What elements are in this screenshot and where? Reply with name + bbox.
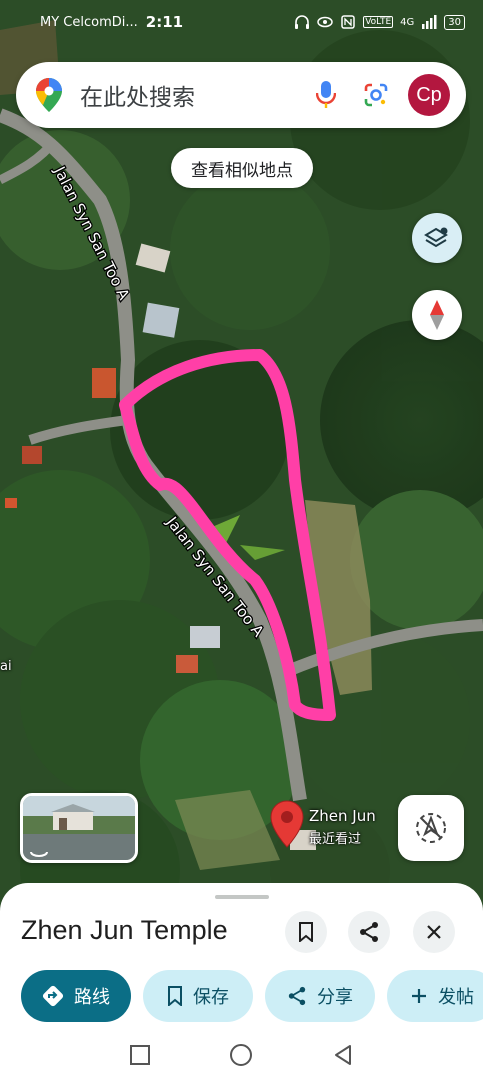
mic-icon [316, 81, 336, 108]
bookmark-icon [299, 922, 313, 942]
street-view-thumbnail[interactable] [20, 793, 138, 863]
recents-icon[interactable] [129, 1044, 151, 1066]
home-icon[interactable] [229, 1043, 253, 1067]
save-label: 保存 [193, 987, 229, 1008]
share-icon-button[interactable] [348, 911, 390, 953]
clock: 2:11 [145, 13, 184, 31]
directions-button[interactable]: 路线 [21, 970, 131, 1022]
my-location-button[interactable] [398, 795, 464, 861]
carrier-label: MY CelcomDi... [40, 14, 138, 30]
plus-icon [412, 989, 426, 1003]
sheet-drag-handle[interactable] [215, 895, 269, 899]
search-bar[interactable]: 在此处搜索 Cp [16, 62, 466, 128]
street-view-preview [23, 796, 135, 860]
volte-indicator: VoLTE [363, 16, 394, 28]
share-icon [360, 922, 378, 942]
signal-icon [422, 15, 437, 29]
place-title: Zhen Jun Temple [21, 915, 228, 945]
directions-icon [42, 985, 64, 1007]
back-icon[interactable] [332, 1044, 354, 1066]
network-type: 4G [400, 16, 415, 28]
system-nav-bar [0, 1030, 483, 1080]
bookmark-button[interactable] [285, 911, 327, 953]
share-label: 分享 [317, 987, 353, 1008]
save-button[interactable]: 保存 [143, 970, 253, 1022]
account-avatar[interactable]: Cp [408, 74, 450, 116]
place-pin-label[interactable]: Zhen Jun [309, 807, 376, 825]
headphones-icon [295, 15, 310, 29]
directions-label: 路线 [74, 987, 110, 1008]
lens-icon [364, 83, 388, 107]
close-button[interactable] [413, 911, 455, 953]
compass-button[interactable] [412, 290, 462, 340]
battery-indicator: 30 [444, 14, 465, 30]
post-button[interactable]: 发帖 [387, 970, 483, 1022]
post-label: 发帖 [438, 987, 474, 1008]
bookmark-icon [168, 986, 182, 1006]
eye-icon [317, 16, 333, 28]
action-chip-row: 路线 保存 分享 发帖 [21, 970, 483, 1022]
share-button[interactable]: 分享 [265, 970, 375, 1022]
lens-search-button[interactable] [358, 77, 394, 113]
layers-icon [424, 227, 448, 248]
map-edge-label: ai [0, 659, 12, 674]
nfc-icon [341, 15, 355, 29]
place-pin-subtitle: 最近看过 [309, 832, 362, 847]
layers-button[interactable] [412, 213, 462, 263]
similar-places-button[interactable]: 查看相似地点 [171, 148, 313, 188]
status-bar: MY CelcomDi... 2:11 VoLTE 4G 30 [0, 0, 483, 44]
place-pin-icon[interactable] [270, 800, 304, 848]
share-icon [288, 986, 306, 1006]
maps-pin-icon [36, 78, 62, 112]
voice-search-button[interactable] [308, 77, 344, 113]
compass-icon [430, 300, 444, 330]
location-disabled-icon [416, 813, 446, 843]
search-input[interactable]: 在此处搜索 [80, 78, 308, 112]
close-icon [427, 925, 441, 939]
